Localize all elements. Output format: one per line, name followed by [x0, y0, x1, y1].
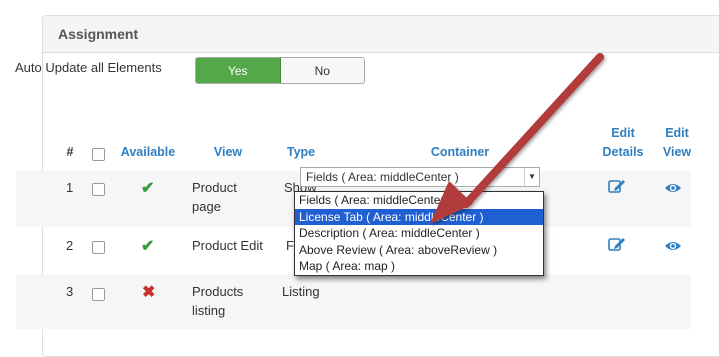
toggle-no-option[interactable]: No — [280, 58, 364, 83]
check-icon: ✔ — [141, 180, 155, 197]
eye-icon[interactable] — [664, 238, 682, 254]
col-header-available[interactable]: Available — [112, 143, 184, 162]
row-number: 1 — [66, 180, 74, 195]
select-all-checkbox[interactable] — [92, 148, 105, 161]
dropdown-option[interactable]: Fields ( Area: middleCenter ) — [295, 192, 543, 209]
row-type: Listing — [282, 284, 320, 299]
col-header-edit-details[interactable]: Edit Details — [598, 124, 648, 162]
toggle-yes-option[interactable]: Yes — [196, 58, 281, 83]
col-header-edit-view[interactable]: Edit View — [657, 124, 697, 162]
row-view: Product Edit — [192, 238, 263, 253]
chevron-down-icon[interactable]: ▼ — [524, 168, 539, 186]
edit-icon[interactable] — [608, 178, 626, 194]
row-checkbox[interactable] — [92, 288, 105, 301]
dropdown-option[interactable]: Above Review ( Area: aboveReview ) — [295, 242, 543, 259]
row-view: Products listing — [192, 284, 244, 318]
table-row — [16, 274, 691, 329]
cross-icon: ✖ — [142, 284, 156, 301]
panel-title: Assignment — [58, 26, 139, 42]
col-header-number: # — [66, 145, 74, 159]
check-icon: ✔ — [141, 238, 155, 255]
row-checkbox[interactable] — [92, 183, 105, 196]
row-number: 2 — [66, 238, 74, 253]
row-number: 3 — [66, 284, 74, 299]
col-header-type[interactable]: Type — [280, 143, 322, 162]
container-select[interactable]: Fields ( Area: middleCenter ) ▼ — [300, 167, 540, 187]
col-header-view[interactable]: View — [203, 143, 253, 162]
auto-update-label: Auto Update all Elements — [15, 60, 162, 75]
col-header-container[interactable]: Container — [410, 143, 510, 162]
eye-icon[interactable] — [664, 180, 682, 196]
row-checkbox[interactable] — [92, 241, 105, 254]
dropdown-option[interactable]: Map ( Area: map ) — [295, 258, 543, 275]
edit-icon[interactable] — [608, 236, 626, 252]
container-dropdown[interactable]: Fields ( Area: middleCenter ) License Ta… — [294, 191, 544, 276]
panel-header — [43, 16, 719, 53]
dropdown-option[interactable]: Description ( Area: middleCenter ) — [295, 225, 543, 242]
auto-update-toggle[interactable]: Yes No — [195, 57, 365, 84]
dropdown-option-highlighted[interactable]: License Tab ( Area: middleCenter ) — [295, 208, 543, 226]
row-view: Product page — [192, 180, 237, 214]
container-select-value: Fields ( Area: middleCenter ) — [306, 170, 459, 184]
